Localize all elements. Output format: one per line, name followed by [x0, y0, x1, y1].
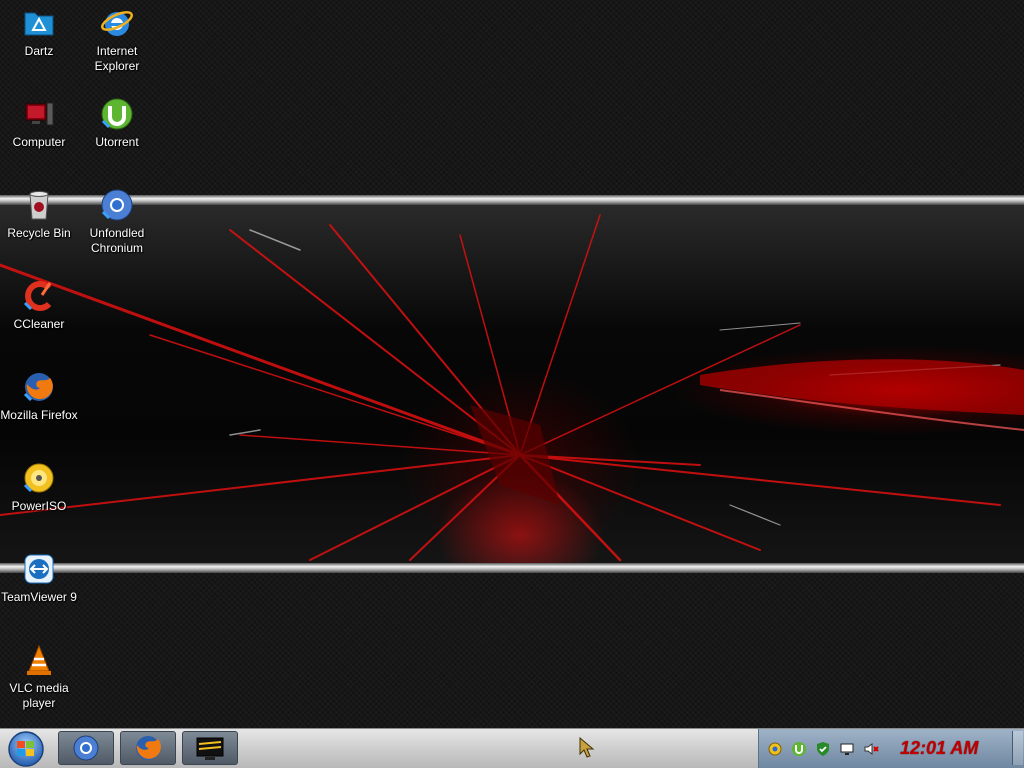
- desktop-icon-label: Internet Explorer: [94, 44, 140, 73]
- desktop-icon-internet-explorer[interactable]: Internet Explorer: [78, 6, 156, 74]
- firefox-icon: [22, 370, 56, 404]
- vlc-icon: [22, 643, 56, 677]
- desktop-icon-label: PowerISO: [11, 499, 67, 513]
- desktop[interactable]: Dartz Internet Explorer Computer Utorren…: [0, 0, 1024, 728]
- teamviewer-icon: [22, 552, 56, 586]
- windows-start-icon: [8, 731, 44, 767]
- monitor-icon[interactable]: [839, 741, 855, 757]
- poweriso-icon: [22, 461, 56, 495]
- firefox-icon: [136, 736, 161, 760]
- desktop-icon-recycle-bin[interactable]: Recycle Bin: [0, 188, 78, 241]
- network-icon[interactable]: [767, 741, 783, 757]
- desktop-icon-label: Unfondled Chronium: [89, 226, 145, 255]
- volume-muted-icon[interactable]: [863, 741, 879, 757]
- chromium-icon: [100, 188, 134, 222]
- taskbar-pinned-chromium[interactable]: [58, 731, 114, 765]
- show-desktop-button[interactable]: [1012, 731, 1023, 765]
- wallpaper-streaks: [0, 214, 1024, 562]
- internet-explorer-icon: [100, 6, 134, 40]
- system-tray: [758, 729, 1024, 768]
- desktop-icon-utorrent[interactable]: Utorrent: [78, 97, 156, 150]
- desktop-icon-label: Recycle Bin: [7, 226, 71, 240]
- desktop-icon-label: Computer: [12, 135, 66, 149]
- desktop-icon-ccleaner[interactable]: CCleaner: [0, 279, 78, 332]
- taskbar-pinned-app[interactable]: [182, 731, 238, 765]
- wallpaper-bottom-rail: [0, 563, 1024, 573]
- desktop-icon-mozilla-firefox[interactable]: Mozilla Firefox: [0, 370, 78, 423]
- taskbar-pinned-firefox[interactable]: [120, 731, 176, 765]
- desktop-icon-computer[interactable]: Computer: [0, 97, 78, 150]
- ccleaner-icon: [22, 279, 56, 313]
- desktop-icon-unfondled-chronium[interactable]: Unfondled Chronium: [78, 188, 156, 256]
- desktop-icon-label: CCleaner: [13, 317, 65, 331]
- desktop-icon-vlc[interactable]: VLC media player: [0, 643, 78, 711]
- taskbar-clock[interactable]: 12:01 AM: [900, 738, 978, 759]
- computer-icon: [22, 97, 56, 131]
- desktop-icon-label: TeamViewer 9: [1, 590, 77, 604]
- desktop-icon-label: VLC media player: [9, 681, 69, 710]
- desktop-icon-label: Dartz: [24, 44, 54, 58]
- dartz-folder-icon: [22, 6, 56, 40]
- desktop-icon-dartz[interactable]: Dartz: [0, 6, 78, 59]
- shield-check-icon[interactable]: [815, 741, 831, 757]
- chromium-icon: [73, 735, 99, 761]
- utorrent-icon: [100, 97, 134, 131]
- wallpaper-banner: [0, 205, 1024, 563]
- recycle-bin-icon: [22, 188, 56, 222]
- utorrent-tray-icon[interactable]: [791, 741, 807, 757]
- start-button[interactable]: [3, 730, 49, 768]
- taskbar: 12:01 AM: [0, 728, 1024, 768]
- task-app-icon: [196, 737, 224, 760]
- desktop-icon-label: Mozilla Firefox: [0, 408, 78, 422]
- desktop-icon-teamviewer[interactable]: TeamViewer 9: [0, 552, 78, 605]
- desktop-icon-poweriso[interactable]: PowerISO: [0, 461, 78, 514]
- mouse-cursor-icon: [578, 736, 598, 759]
- desktop-icon-label: Utorrent: [95, 135, 139, 149]
